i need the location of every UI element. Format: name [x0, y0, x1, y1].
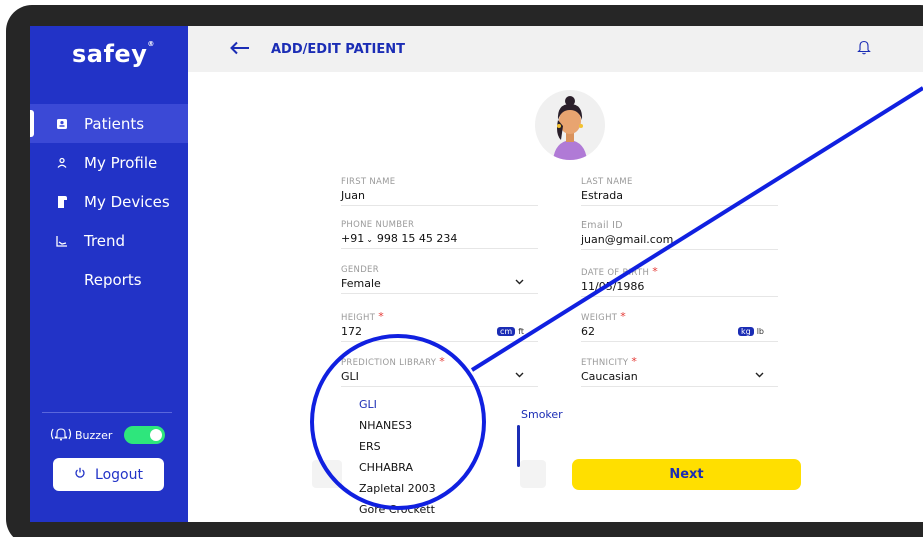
phone-number-text: 998 15 45 234	[376, 232, 458, 245]
bell-icon[interactable]	[857, 39, 871, 59]
email-value: juan@gmail.com	[581, 233, 674, 246]
id-card-icon	[55, 117, 69, 131]
chevron-down-icon	[515, 370, 524, 381]
ethnicity-label: ETHNICITY *	[581, 355, 638, 368]
prediction-library-select[interactable]: PREDICTION LIBRARY * GLI	[341, 355, 538, 387]
buzzer-icon	[50, 427, 72, 444]
weight-unit-toggle[interactable]: kg lb	[737, 327, 764, 336]
gender-select[interactable]: GENDER Female	[341, 265, 538, 294]
sidebar-item-label: My Profile	[84, 153, 158, 172]
page-title: ADD/EDIT PATIENT	[271, 42, 406, 57]
unit-cm[interactable]: cm	[496, 327, 516, 336]
device-icon	[55, 195, 69, 209]
last-name-label: LAST NAME	[581, 177, 633, 187]
phone-number-label: PHONE NUMBER	[341, 220, 415, 230]
logout-button[interactable]: Logout	[53, 458, 164, 491]
dob-value: 11/05/1986	[581, 280, 645, 293]
phone-number-field[interactable]: PHONE NUMBER +91 ⌄ 998 15 45 234	[341, 220, 538, 249]
dropdown-option[interactable]: Gore Crockett	[345, 499, 495, 520]
chevron-down-icon	[755, 370, 764, 381]
weight-label: WEIGHT *	[581, 310, 627, 323]
height-unit-toggle[interactable]: cm ft	[496, 327, 524, 336]
sidebar: safey® Patients My Profile My Devices Tr…	[30, 26, 188, 522]
first-name-value: Juan	[341, 189, 365, 202]
sidebar-item-reports[interactable]: Reports	[30, 260, 188, 299]
first-name-label: FIRST NAME	[341, 177, 396, 187]
sidebar-divider	[42, 412, 172, 413]
country-code-select[interactable]: +91	[341, 232, 364, 245]
unit-ft[interactable]: ft	[518, 327, 524, 336]
unit-lb[interactable]: lb	[757, 327, 764, 336]
smoker-indicator[interactable]	[517, 425, 520, 467]
date-of-birth-field[interactable]: DATE OF BIRTH * 11/05/1986	[581, 265, 778, 297]
back-arrow-icon[interactable]	[230, 36, 250, 60]
unit-kg[interactable]: kg	[737, 327, 754, 336]
next-button[interactable]: Next	[572, 459, 801, 490]
dropdown-option[interactable]: ERS	[345, 436, 495, 457]
background-button	[520, 460, 546, 488]
dropdown-option[interactable]: CHHABRA	[345, 457, 495, 478]
first-name-field[interactable]: FIRST NAME Juan	[341, 177, 538, 206]
buzzer-label: Buzzer	[75, 428, 113, 442]
dob-label: DATE OF BIRTH *	[581, 265, 659, 278]
chart-icon	[55, 234, 69, 248]
phone-number-value: +91 ⌄ 998 15 45 234	[341, 232, 538, 248]
sidebar-item-trend[interactable]: Trend	[30, 221, 188, 260]
sidebar-item-my-profile[interactable]: My Profile	[30, 143, 188, 182]
sidebar-item-label: Reports	[84, 270, 142, 289]
sidebar-item-label: My Devices	[84, 192, 170, 211]
chevron-down-icon: ⌄	[366, 235, 373, 244]
prediction-library-label: PREDICTION LIBRARY *	[341, 355, 446, 368]
sidebar-item-my-devices[interactable]: My Devices	[30, 182, 188, 221]
chevron-down-icon	[515, 277, 524, 288]
sidebar-item-patients[interactable]: Patients	[30, 104, 188, 143]
power-icon	[74, 467, 86, 483]
gender-label: GENDER	[341, 265, 379, 275]
gender-value: Female	[341, 277, 381, 290]
patient-avatar[interactable]	[535, 90, 605, 160]
email-label: Email ID	[581, 220, 623, 231]
app-screen: safey® Patients My Profile My Devices Tr…	[30, 26, 923, 522]
buzzer-toggle[interactable]	[124, 426, 166, 444]
ethnicity-select[interactable]: ETHNICITY * Caucasian	[581, 355, 778, 387]
buzzer-control: Buzzer	[50, 426, 166, 444]
weight-field[interactable]: WEIGHT * 62 kg lb	[581, 310, 778, 342]
dropdown-option[interactable]: GLI	[345, 394, 495, 415]
device-frame: safey® Patients My Profile My Devices Tr…	[0, 0, 923, 537]
last-name-field[interactable]: LAST NAME Estrada	[581, 177, 778, 206]
dropdown-option[interactable]: NHANES3	[345, 415, 495, 436]
ethnicity-value: Caucasian	[581, 370, 638, 383]
sidebar-item-label: Patients	[84, 114, 145, 133]
smoker-label: Smoker	[521, 408, 563, 421]
height-field[interactable]: HEIGHT * 172 cm ft	[341, 310, 538, 342]
page-header: ADD/EDIT PATIENT	[188, 26, 923, 72]
height-label: HEIGHT *	[341, 310, 385, 323]
prediction-library-value: GLI	[341, 370, 359, 383]
person-icon	[55, 156, 69, 170]
last-name-value: Estrada	[581, 189, 623, 202]
prediction-library-dropdown: GLI NHANES3 ERS CHHABRA Zapletal 2003 Go…	[345, 394, 495, 520]
sidebar-item-label: Trend	[84, 231, 126, 250]
email-field[interactable]: Email ID juan@gmail.com	[581, 220, 778, 250]
dropdown-option[interactable]: Zapletal 2003	[345, 478, 495, 499]
sidebar-nav: Patients My Profile My Devices Trend Rep…	[30, 104, 188, 299]
background-button	[312, 460, 342, 488]
logout-label: Logout	[95, 466, 143, 483]
brand-logo: safey®	[72, 40, 155, 68]
